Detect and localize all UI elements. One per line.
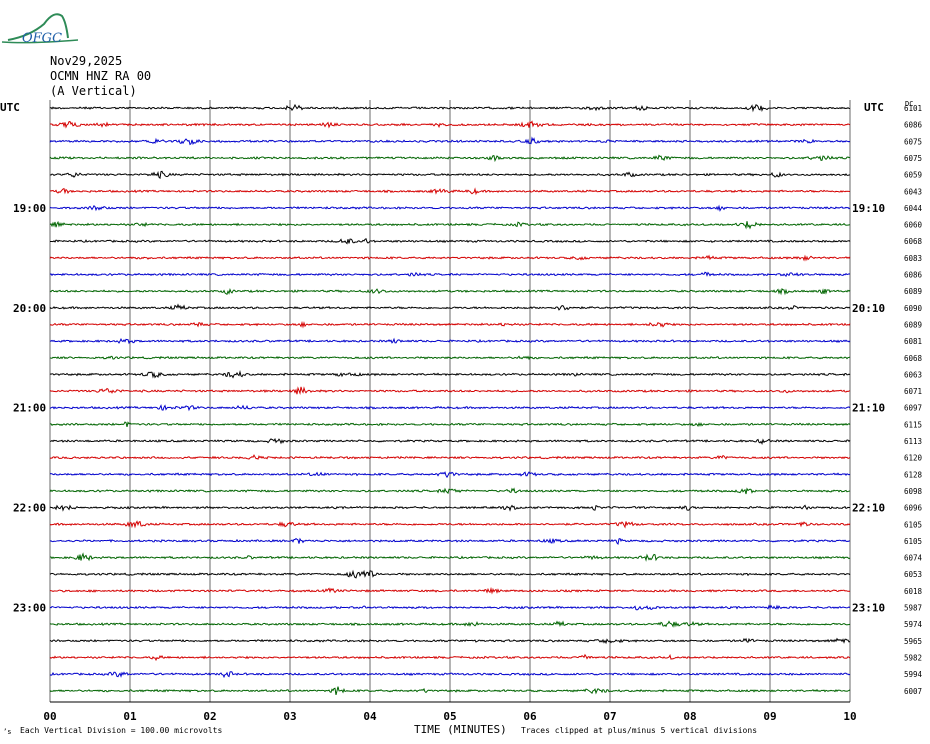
dc-offset-label: 6075 [904, 154, 922, 163]
dc-offset-label: 6074 [904, 554, 923, 563]
corner-mark: ’s [3, 728, 11, 736]
x-tick-label: 00 [43, 710, 56, 723]
x-tick-label: 10 [843, 710, 856, 723]
dc-offset-label: 6090 [904, 304, 923, 313]
dc-offset-label: 5987 [904, 604, 922, 613]
x-tick-label: 06 [523, 710, 537, 723]
dc-offset-label: 6115 [904, 420, 922, 429]
time-grid [49, 100, 851, 703]
hour-label-left: 22:00 [13, 502, 46, 515]
hour-label-left: 20:00 [13, 302, 46, 315]
dc-offset-label: 6097 [904, 404, 922, 413]
dc-offset-label: 6043 [904, 187, 922, 196]
dc-offset-label: 6098 [904, 487, 923, 496]
dc-offset-label: 6075 [904, 137, 922, 146]
dc-offset-label: 6068 [904, 354, 923, 363]
dc-offset-label: 6101 [904, 104, 922, 113]
clip-note: Traces clipped at plus/minus 5 vertical … [521, 726, 757, 735]
dc-offset-label: 6128 [904, 470, 923, 479]
dc-offset-label: 6060 [904, 221, 923, 230]
dc-offset-label: 6105 [904, 537, 922, 546]
utc-label-right: UTC [864, 101, 884, 114]
x-tick-label: 09 [763, 710, 776, 723]
dc-offset-label: 6086 [904, 121, 923, 130]
x-tick-label: 07 [603, 710, 616, 723]
hour-label-right: 23:10 [852, 602, 885, 615]
helicorder-plot: UTC UTC DC TIME (MINUTES) Each Vertical … [0, 100, 923, 736]
x-tick-label: 05 [443, 710, 456, 723]
utc-label-left: UTC [0, 101, 20, 114]
dc-offset-label: 6086 [904, 271, 923, 280]
x-tick-label: 08 [683, 710, 696, 723]
x-axis-title: TIME (MINUTES) [414, 723, 507, 736]
hour-label-left: 23:00 [13, 602, 46, 615]
dc-offset-label: 6113 [904, 437, 922, 446]
x-tick-label: 02 [203, 710, 216, 723]
hour-label-right: 21:10 [852, 402, 885, 415]
dc-offset-label: 5982 [904, 653, 922, 662]
dc-offset-label: 6089 [904, 287, 922, 296]
hour-label-right: 19:10 [852, 202, 885, 215]
dc-offset-label: 5994 [904, 670, 923, 679]
dc-offset-label: 6068 [904, 237, 923, 246]
x-tick-label: 03 [283, 710, 296, 723]
dc-offset-label: 6044 [904, 204, 923, 213]
dc-offset-label: 6059 [904, 171, 922, 180]
dc-offset-label: 6105 [904, 520, 922, 529]
dc-offset-label: 6007 [904, 687, 922, 696]
hour-label-left: 21:00 [13, 402, 46, 415]
x-tick-label: 01 [123, 710, 137, 723]
hour-label-left: 19:00 [13, 202, 46, 215]
dc-offset-label: 6053 [904, 570, 922, 579]
dc-offset-label: 6081 [904, 337, 922, 346]
hour-label-right: 22:10 [852, 502, 885, 515]
dc-offset-label: 6083 [904, 254, 922, 263]
dc-offset-label: 5965 [904, 637, 922, 646]
dc-offset-label: 6018 [904, 587, 923, 596]
dc-offset-label: 6089 [904, 320, 922, 329]
dc-offset-label: 5974 [904, 620, 923, 629]
scale-note: Each Vertical Division = 100.00 microvol… [20, 726, 222, 735]
dc-offset-label: 6063 [904, 370, 922, 379]
dc-offset-label: 6120 [904, 454, 923, 463]
x-tick-label: 04 [363, 710, 377, 723]
hour-label-right: 20:10 [852, 302, 885, 315]
dc-offset-label: 6096 [904, 504, 923, 513]
dc-offset-label: 6071 [904, 387, 922, 396]
